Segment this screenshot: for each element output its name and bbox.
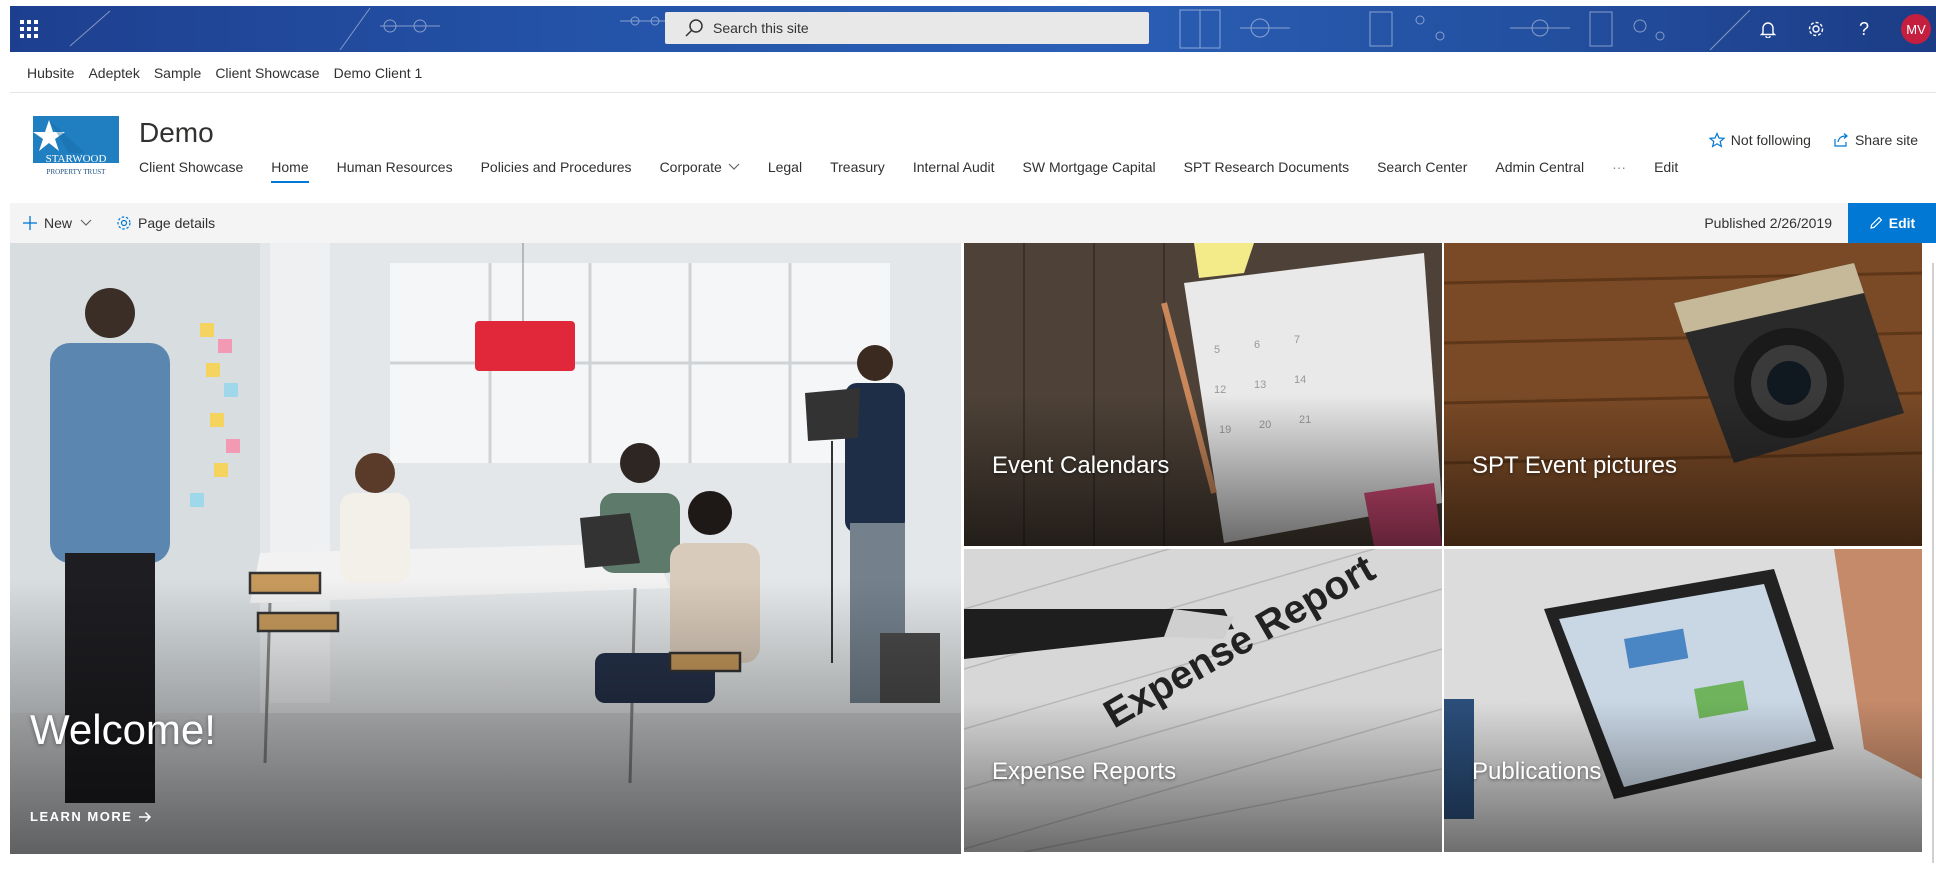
page-scrollbar[interactable] <box>1928 243 1936 863</box>
new-label: New <box>44 215 73 231</box>
nav-legal[interactable]: Legal <box>768 159 802 175</box>
site-logo[interactable]: STARWOOD PROPERTY TRUST <box>33 116 119 178</box>
hub-navigation: Hubsite Adeptek Sample Client Showcase D… <box>20 62 429 84</box>
nav-label: SPT Research Documents <box>1183 159 1350 175</box>
site-navigation: Client Showcase Home Human Resources Pol… <box>139 156 1706 183</box>
nav-label: Home <box>271 159 309 175</box>
edit-page-button[interactable]: Edit <box>1848 203 1936 243</box>
new-button[interactable]: New <box>22 215 92 231</box>
bell-icon <box>1760 22 1776 38</box>
hero-tile-publications[interactable]: Publications <box>1444 549 1922 852</box>
camera-image <box>1444 243 1922 546</box>
nav-policies-and-procedures[interactable]: Policies and Procedures <box>481 159 632 175</box>
nav-search-center[interactable]: Search Center <box>1377 159 1467 175</box>
follow-label: Not following <box>1730 132 1811 148</box>
tile-title: Expense Reports <box>992 758 1177 785</box>
site-title[interactable]: Demo <box>139 117 214 149</box>
tile-title: Publications <box>1472 758 1602 785</box>
nav-label: Edit <box>1654 159 1679 175</box>
hub-link-adeptek[interactable]: Adeptek <box>88 65 139 81</box>
tile-title: SPT Event pictures <box>1472 452 1677 479</box>
hero-tile-spt-event-pictures[interactable]: SPT Event pictures <box>1444 243 1922 546</box>
calendar-image: 567 121314 192021 <box>964 243 1442 546</box>
search-input[interactable] <box>713 20 1113 36</box>
star-icon <box>1708 132 1725 148</box>
hub-link-client-showcase[interactable]: Client Showcase <box>215 65 319 81</box>
nav-label: Policies and Procedures <box>480 159 632 175</box>
chevron-down-icon <box>80 219 92 226</box>
nav-label: Human Resources <box>336 159 453 175</box>
learn-more-label: LEARN MORE <box>30 809 133 824</box>
nav-home[interactable]: Home <box>271 159 310 183</box>
site-search-box[interactable] <box>665 12 1149 44</box>
svg-text:PROPERTY TRUST: PROPERTY TRUST <box>47 168 107 176</box>
search-icon <box>685 19 703 37</box>
suite-bar: ? MV <box>10 6 1936 52</box>
nav-admin-central[interactable]: Admin Central <box>1495 159 1584 175</box>
nav-client-showcase[interactable]: Client Showcase <box>139 159 243 175</box>
page-details-button[interactable]: Page details <box>116 215 215 231</box>
published-status: Published 2/26/2019 <box>1704 215 1832 231</box>
help-icon: ? <box>1858 18 1869 39</box>
nav-label: Legal <box>767 159 803 175</box>
nav-label: Admin Central <box>1495 159 1585 175</box>
help-button[interactable]: ? <box>1840 6 1888 52</box>
hero-main-tile[interactable]: Welcome! LEARN MORE <box>10 243 961 854</box>
share-label: Share site <box>1854 132 1918 148</box>
suite-actions: ? MV <box>1744 6 1936 52</box>
svg-text:STARWOOD: STARWOOD <box>46 153 107 165</box>
more-icon: ··· <box>1612 159 1627 175</box>
command-bar: New Page details Published 2/26/2019 Edi… <box>10 203 1936 243</box>
nav-corporate[interactable]: Corporate <box>660 159 740 175</box>
chevron-down-icon <box>728 163 740 170</box>
nav-label: Internal Audit <box>912 159 995 175</box>
divider <box>10 92 1936 93</box>
share-icon <box>1834 133 1848 147</box>
avatar: MV <box>1901 14 1931 44</box>
follow-button[interactable]: Not following <box>1708 132 1811 148</box>
gear-icon <box>1808 21 1824 37</box>
page-details-label: Page details <box>138 215 216 231</box>
account-button[interactable]: MV <box>1888 6 1936 52</box>
hub-link-sample[interactable]: Sample <box>154 65 201 81</box>
share-site-button[interactable]: Share site <box>1833 132 1918 148</box>
hero-tile-event-calendars[interactable]: 567 121314 192021 Event Calendars <box>964 243 1442 546</box>
hero-tile-expense-reports[interactable]: Expense Report Expense Reports <box>964 549 1442 852</box>
notifications-button[interactable] <box>1744 6 1792 52</box>
nav-treasury[interactable]: Treasury <box>830 159 885 175</box>
learn-more-link[interactable]: LEARN MORE <box>30 809 152 824</box>
tile-title: Event Calendars <box>992 452 1170 479</box>
hub-link-demo-client-1[interactable]: Demo Client 1 <box>334 65 423 81</box>
expense-report-image: Expense Report <box>964 549 1442 852</box>
nav-label: Client Showcase <box>139 159 244 175</box>
nav-edit-link[interactable]: Edit <box>1654 159 1678 175</box>
nav-label: SW Mortgage Capital <box>1022 159 1156 175</box>
nav-label: Search Center <box>1377 159 1468 175</box>
nav-label: Treasury <box>830 159 885 175</box>
hub-link-hubsite[interactable]: Hubsite <box>27 65 74 81</box>
plus-icon <box>23 216 37 230</box>
arrow-right-icon <box>139 811 152 822</box>
nav-human-resources[interactable]: Human Resources <box>337 159 453 175</box>
waffle-icon <box>20 20 38 38</box>
edit-label: Edit <box>1888 215 1916 231</box>
app-launcher-button[interactable] <box>14 14 44 44</box>
settings-button[interactable] <box>1792 6 1840 52</box>
nav-label: Corporate <box>659 159 722 175</box>
nav-internal-audit[interactable]: Internal Audit <box>913 159 995 175</box>
gear-icon <box>117 216 131 230</box>
nav-more-button[interactable]: ··· <box>1612 159 1626 175</box>
header-actions: Not following Share site <box>1687 132 1918 148</box>
hero-title: Welcome! <box>30 706 216 753</box>
nav-spt-research-documents[interactable]: SPT Research Documents <box>1184 159 1349 175</box>
tablet-image <box>1444 549 1922 852</box>
nav-sw-mortgage-capital[interactable]: SW Mortgage Capital <box>1023 159 1156 175</box>
pencil-icon <box>1870 216 1883 229</box>
